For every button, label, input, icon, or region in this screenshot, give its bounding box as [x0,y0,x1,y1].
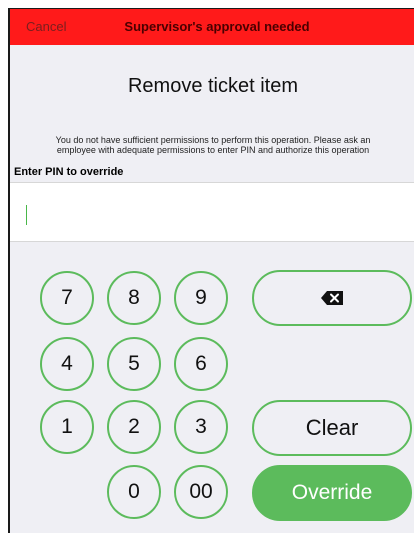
key-1[interactable]: 1 [40,400,94,454]
permission-message: You do not have sufficient permissions t… [24,135,402,155]
key-0[interactable]: 0 [107,465,161,519]
message-line-2: employee with adequate permissions to en… [56,145,370,155]
key-4[interactable]: 4 [40,337,94,391]
header-title: Supervisor's approval needed [124,19,310,34]
key-8[interactable]: 8 [107,271,161,325]
backspace-icon [321,272,343,324]
key-9[interactable]: 9 [174,271,228,325]
dialog-title: Remove ticket item [127,75,299,97]
dialog-header: Cancel Supervisor's approval needed [10,9,414,45]
message-line-1: You do not have sufficient permissions t… [55,135,371,145]
key-2[interactable]: 2 [107,400,161,454]
key-6[interactable]: 6 [174,337,228,391]
approval-dialog: Cancel Supervisor's approval needed Remo… [8,8,414,533]
pin-input[interactable] [10,182,414,242]
key-00[interactable]: 00 [174,465,228,519]
clear-button[interactable]: Clear [252,400,412,456]
key-7[interactable]: 7 [40,271,94,325]
backspace-button[interactable] [252,270,412,326]
dialog-content: Remove ticket item You do not have suffi… [10,45,414,533]
key-3[interactable]: 3 [174,400,228,454]
key-5[interactable]: 5 [107,337,161,391]
text-caret [26,205,27,225]
pin-label: Enter PIN to override [14,166,124,178]
override-button[interactable]: Override [252,465,412,521]
